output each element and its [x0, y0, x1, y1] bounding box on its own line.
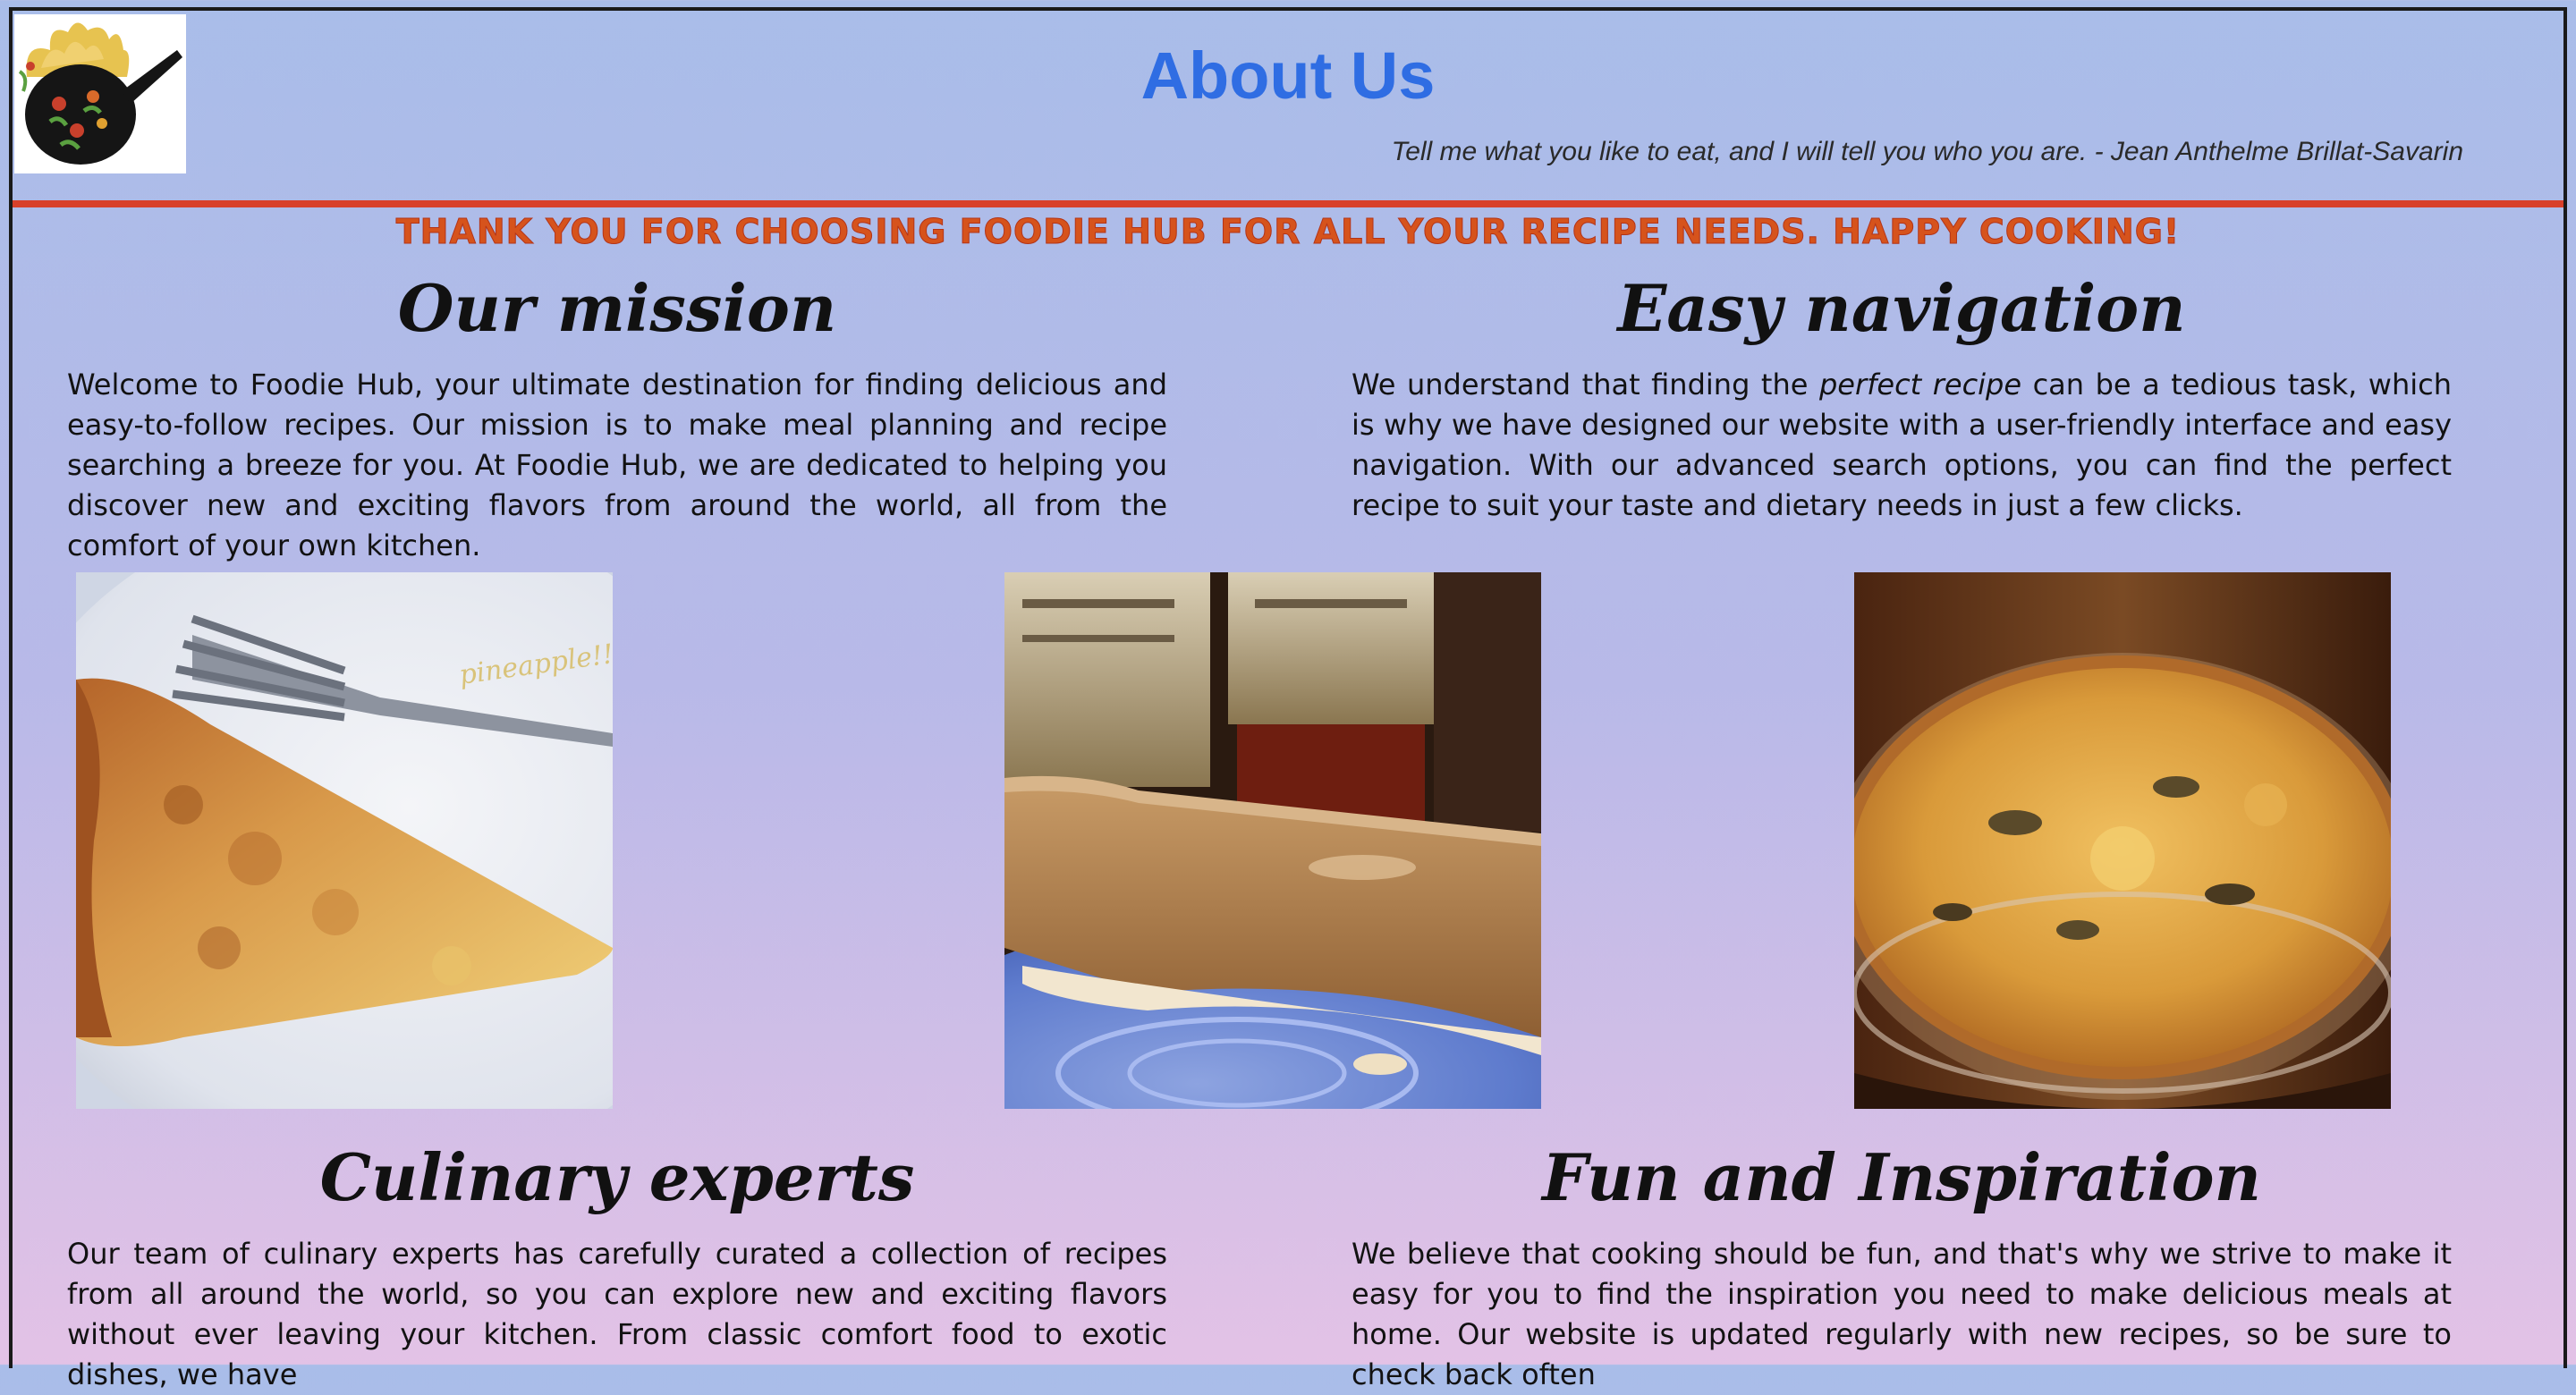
- navigation-text: We understand that finding the perfect r…: [1352, 365, 2452, 526]
- navigation-text-emphasis: perfect recipe: [1818, 368, 2022, 402]
- mission-heading: Our mission: [397, 270, 837, 346]
- experts-heading: Culinary experts: [319, 1139, 915, 1215]
- inspiration-heading: Fun and Inspiration: [1542, 1139, 2261, 1215]
- mission-text: Welcome to Foodie Hub, your ultimate des…: [67, 368, 1167, 562]
- page-title: About Us: [1140, 38, 1436, 113]
- experts-text: Our team of culinary experts has careful…: [67, 1237, 1167, 1391]
- inspiration-text: We believe that cooking should be fun, a…: [1352, 1237, 2452, 1391]
- photo-butterscotch-pie: [1004, 572, 1541, 1109]
- quote-tagline: Tell me what you like to eat, and I will…: [1391, 137, 2463, 166]
- thank-you-banner: Thank you for choosing Foodie Hub for al…: [395, 212, 2181, 252]
- header-divider: [13, 200, 2563, 207]
- photo-quiche: [1854, 572, 2391, 1109]
- photo-pineapple-pie: pineapple!!: [76, 572, 613, 1109]
- navigation-heading: Easy navigation: [1617, 270, 2186, 346]
- navigation-text-start: We understand that finding the: [1352, 368, 1819, 402]
